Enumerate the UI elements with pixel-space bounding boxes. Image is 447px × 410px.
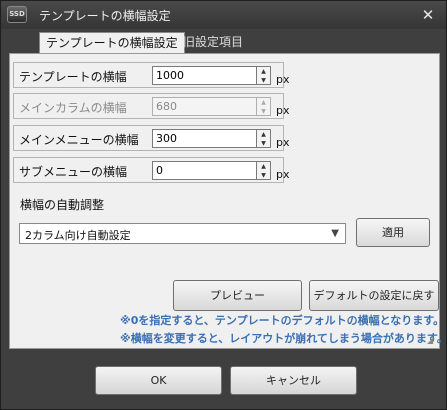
close-button[interactable]: ✕: [418, 5, 438, 25]
settings-panel: テンプレートの横幅 ▲ ▼ px メインカラムの横幅 ▲ ▼ px メインメニュ…: [9, 53, 447, 349]
apply-button[interactable]: 適用: [356, 218, 430, 247]
spin-down-icon[interactable]: ▼: [257, 139, 270, 148]
field-sub-menu-width: サブメニューの横幅 ▲ ▼ px: [13, 157, 290, 183]
resize-grip-icon[interactable]: ◢: [427, 337, 435, 345]
sub-menu-width-input[interactable]: [152, 161, 257, 180]
field-label: メインカラムの横幅: [19, 101, 127, 115]
auto-adjust-selected-value: 2カラム向け自動設定: [25, 229, 131, 242]
note-layout-warning: ※横幅を変更すると、レイアウトが崩れてしまう場合があります。: [120, 332, 447, 345]
settings-dialog: SSD テンプレートの横幅設定 ✕ テンプレートの横幅設定 旧設定項目 テンプレ…: [0, 0, 447, 410]
main-menu-width-stepper[interactable]: ▲ ▼: [257, 129, 271, 148]
spin-up-icon: ▲: [261, 99, 266, 106]
spin-up-icon[interactable]: ▲: [257, 130, 270, 139]
main-menu-width-input[interactable]: [152, 129, 257, 148]
cancel-button[interactable]: キャンセル: [230, 366, 357, 395]
field-main-column-width: メインカラムの横幅 ▲ ▼ px: [13, 93, 290, 119]
field-label: テンプレートの横幅: [19, 70, 127, 84]
field-label: サブメニューの横幅: [19, 165, 128, 179]
unit-label: px: [276, 73, 290, 86]
tab-bar: テンプレートの横幅設定 旧設定項目: [1, 29, 446, 53]
unit-label: px: [276, 136, 290, 149]
field-label: メインメニューの横幅: [19, 133, 139, 147]
main-column-width-stepper: ▲ ▼: [257, 97, 271, 116]
app-icon: SSD: [7, 6, 27, 23]
reset-default-button[interactable]: デフォルトの設定に戻す: [309, 280, 439, 311]
tab-legacy-settings[interactable]: 旧設定項目: [177, 32, 249, 53]
template-width-stepper[interactable]: ▲ ▼: [257, 66, 271, 85]
preview-button[interactable]: プレビュー: [173, 280, 302, 311]
spin-up-icon[interactable]: ▲: [257, 67, 270, 76]
chevron-down-icon[interactable]: ▼: [331, 228, 339, 239]
auto-adjust-label: 横幅の自動調整: [20, 198, 105, 212]
spin-up-icon[interactable]: ▲: [257, 162, 270, 171]
main-column-width-input: [152, 97, 257, 116]
spin-down-icon[interactable]: ▼: [257, 171, 270, 180]
field-template-width: テンプレートの横幅 ▲ ▼ px: [13, 62, 290, 88]
template-width-input[interactable]: [152, 66, 257, 85]
title-bar[interactable]: SSD テンプレートの横幅設定 ✕: [1, 1, 446, 29]
sub-menu-width-stepper[interactable]: ▲ ▼: [257, 161, 271, 180]
unit-label: px: [276, 168, 290, 181]
ok-button[interactable]: OK: [95, 366, 222, 395]
tab-width-settings[interactable]: テンプレートの横幅設定: [39, 32, 185, 53]
auto-adjust-select[interactable]: 2カラム向け自動設定 ▼: [19, 223, 346, 244]
note-zero-default: ※0を指定すると、テンプレートのデフォルトの横幅となります。: [120, 314, 445, 327]
dialog-title: テンプレートの横幅設定: [39, 9, 171, 23]
spin-down-icon: ▼: [261, 108, 266, 115]
unit-label: px: [276, 104, 290, 117]
spin-down-icon[interactable]: ▼: [257, 76, 270, 85]
field-main-menu-width: メインメニューの横幅 ▲ ▼ px: [13, 125, 290, 151]
